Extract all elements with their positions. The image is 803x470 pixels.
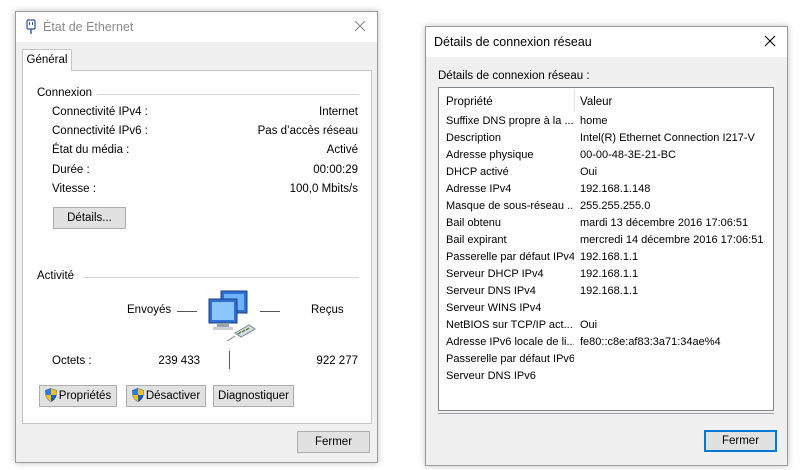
table-row[interactable]: Serveur DNS IPv6 xyxy=(439,370,773,387)
property-cell: Bail obtenu xyxy=(446,217,502,229)
table-row[interactable]: DHCP activé Oui xyxy=(439,166,773,183)
property-cell: Description xyxy=(446,132,502,144)
value-cell: 255.255.255.0 xyxy=(580,200,651,212)
window-title: État de Ethernet xyxy=(43,20,134,34)
value-cell: Oui xyxy=(580,166,598,178)
disable-button-label: Désactiver xyxy=(145,390,201,402)
property-cell: Serveur DNS IPv4 xyxy=(446,285,536,297)
details-list[interactable]: Propriété Valeur Suffixe DNS propre à la… xyxy=(438,87,774,411)
value-cell: mardi 13 décembre 2016 17:06:51 xyxy=(580,217,749,229)
property-cell: Adresse IPv6 locale de li... xyxy=(446,336,574,348)
table-row[interactable]: Masque de sous-réseau ... 255.255.255.0 xyxy=(439,200,773,217)
close-button[interactable]: Fermer xyxy=(704,430,777,452)
ipv4-connectivity-value: Internet xyxy=(319,106,358,118)
table-row[interactable]: Passerelle par défaut IPv6 xyxy=(439,353,773,370)
window-title: Détails de connexion réseau xyxy=(434,35,592,49)
network-computers-icon xyxy=(208,290,256,342)
value-cell: 192.168.1.148 xyxy=(580,183,651,195)
general-tab-panel: Connexion Connectivité IPv4 : Internet C… xyxy=(22,70,372,424)
property-cell: Passerelle par défaut IPv4 xyxy=(446,251,574,263)
network-details-window: Détails de connexion réseau Détails de c… xyxy=(425,26,788,466)
value-cell: 00-00-48-3E-21-BC xyxy=(580,149,676,161)
property-cell: Serveur DNS IPv6 xyxy=(446,370,536,382)
properties-button[interactable]: Propriétés xyxy=(39,385,117,407)
table-row[interactable]: Adresse physique 00-00-48-3E-21-BC xyxy=(439,149,773,166)
column-header-property[interactable]: Propriété xyxy=(446,96,493,108)
table-row[interactable]: NetBIOS sur TCP/IP act... Oui xyxy=(439,319,773,336)
title-bar[interactable]: État de Ethernet xyxy=(16,12,377,42)
bytes-label: Octets : xyxy=(52,355,92,367)
received-label: Reçus xyxy=(311,304,344,316)
ethernet-icon xyxy=(26,19,36,34)
divider xyxy=(229,351,230,369)
details-list-label: Détails de connexion réseau : xyxy=(438,70,590,82)
details-button[interactable]: Détails... xyxy=(53,207,126,229)
duration-value: 00:00:29 xyxy=(313,164,358,176)
property-cell: DHCP activé xyxy=(446,166,509,178)
table-row[interactable]: Bail expirant mercredi 14 décembre 2016 1… xyxy=(439,234,773,251)
uac-shield-icon xyxy=(132,388,144,402)
bytes-received-value: 922 277 xyxy=(316,355,358,367)
close-icon[interactable] xyxy=(759,30,781,52)
disable-button[interactable]: Désactiver xyxy=(126,385,206,407)
table-row[interactable]: Suffixe DNS propre à la ... home xyxy=(439,115,773,132)
ipv4-connectivity-label: Connectivité IPv4 : xyxy=(52,106,148,118)
sent-label: Envoyés xyxy=(127,304,172,316)
close-button[interactable]: Fermer xyxy=(297,431,370,453)
tab-general[interactable]: Général xyxy=(22,49,72,71)
duration-label: Durée : xyxy=(52,164,90,176)
table-row[interactable]: Serveur DHCP IPv4 192.168.1.1 xyxy=(439,268,773,285)
value-cell: fe80::c8e:af83:3a71:34ae%4 xyxy=(580,336,721,348)
ipv6-connectivity-label: Connectivité IPv6 : xyxy=(52,125,148,137)
value-cell: Oui xyxy=(580,319,598,331)
table-row[interactable]: Bail obtenu mardi 13 décembre 2016 17:06:… xyxy=(439,217,773,234)
property-cell: Serveur WINS IPv4 xyxy=(446,302,542,314)
property-cell: Bail expirant xyxy=(446,234,507,246)
table-row[interactable]: Serveur DNS IPv4 192.168.1.1 xyxy=(439,285,773,302)
diagnose-button[interactable]: Diagnostiquer xyxy=(213,385,294,407)
title-bar[interactable]: Détails de connexion réseau xyxy=(426,27,787,57)
connection-group-title: Connexion xyxy=(37,87,96,99)
property-cell: NetBIOS sur TCP/IP act... xyxy=(446,319,573,331)
ipv6-connectivity-value: Pas d’accès réseau xyxy=(257,125,358,137)
media-state-label: État du média : xyxy=(52,144,130,156)
value-cell: Intel(R) Ethernet Connection I217-V xyxy=(580,132,755,144)
table-row[interactable]: Adresse IPv4 192.168.1.148 xyxy=(439,183,773,200)
table-row[interactable]: Adresse IPv6 locale de li... fe80::c8e:af… xyxy=(439,336,773,353)
bytes-sent-value: 239 433 xyxy=(158,355,200,367)
speed-label: Vitesse : xyxy=(52,183,96,195)
property-cell: Serveur DHCP IPv4 xyxy=(446,268,544,280)
table-row[interactable]: Serveur WINS IPv4 xyxy=(439,302,773,319)
value-cell: home xyxy=(580,115,608,127)
received-line xyxy=(260,311,280,312)
ethernet-status-window: État de Ethernet Connexion Connectivité … xyxy=(15,11,378,463)
sent-line xyxy=(177,311,197,312)
table-row[interactable]: Description Intel(R) Ethernet Connection … xyxy=(439,132,773,149)
divider xyxy=(83,277,359,278)
media-state-value: Activé xyxy=(326,144,358,156)
value-cell: 192.168.1.1 xyxy=(580,268,639,280)
table-row[interactable]: Passerelle par défaut IPv4 192.168.1.1 xyxy=(439,251,773,268)
value-cell: mercredi 14 décembre 2016 17:06:51 xyxy=(580,234,764,246)
property-cell: Suffixe DNS propre à la ... xyxy=(446,115,574,127)
value-cell: 192.168.1.1 xyxy=(580,251,639,263)
property-cell: Masque de sous-réseau ... xyxy=(446,200,574,212)
properties-button-label: Propriétés xyxy=(58,390,112,402)
divider xyxy=(438,413,774,414)
activity-group-title: Activité xyxy=(37,270,79,282)
column-header-value[interactable]: Valeur xyxy=(580,96,612,108)
property-cell: Passerelle par défaut IPv6 xyxy=(446,353,574,365)
close-icon[interactable] xyxy=(349,15,371,37)
uac-shield-icon xyxy=(44,388,57,402)
value-cell: 192.168.1.1 xyxy=(580,285,639,297)
property-cell: Adresse IPv4 xyxy=(446,183,512,195)
property-cell: Adresse physique xyxy=(446,149,534,161)
divider xyxy=(97,94,359,95)
speed-value: 100,0 Mbits/s xyxy=(289,183,358,195)
column-divider[interactable] xyxy=(574,90,575,112)
